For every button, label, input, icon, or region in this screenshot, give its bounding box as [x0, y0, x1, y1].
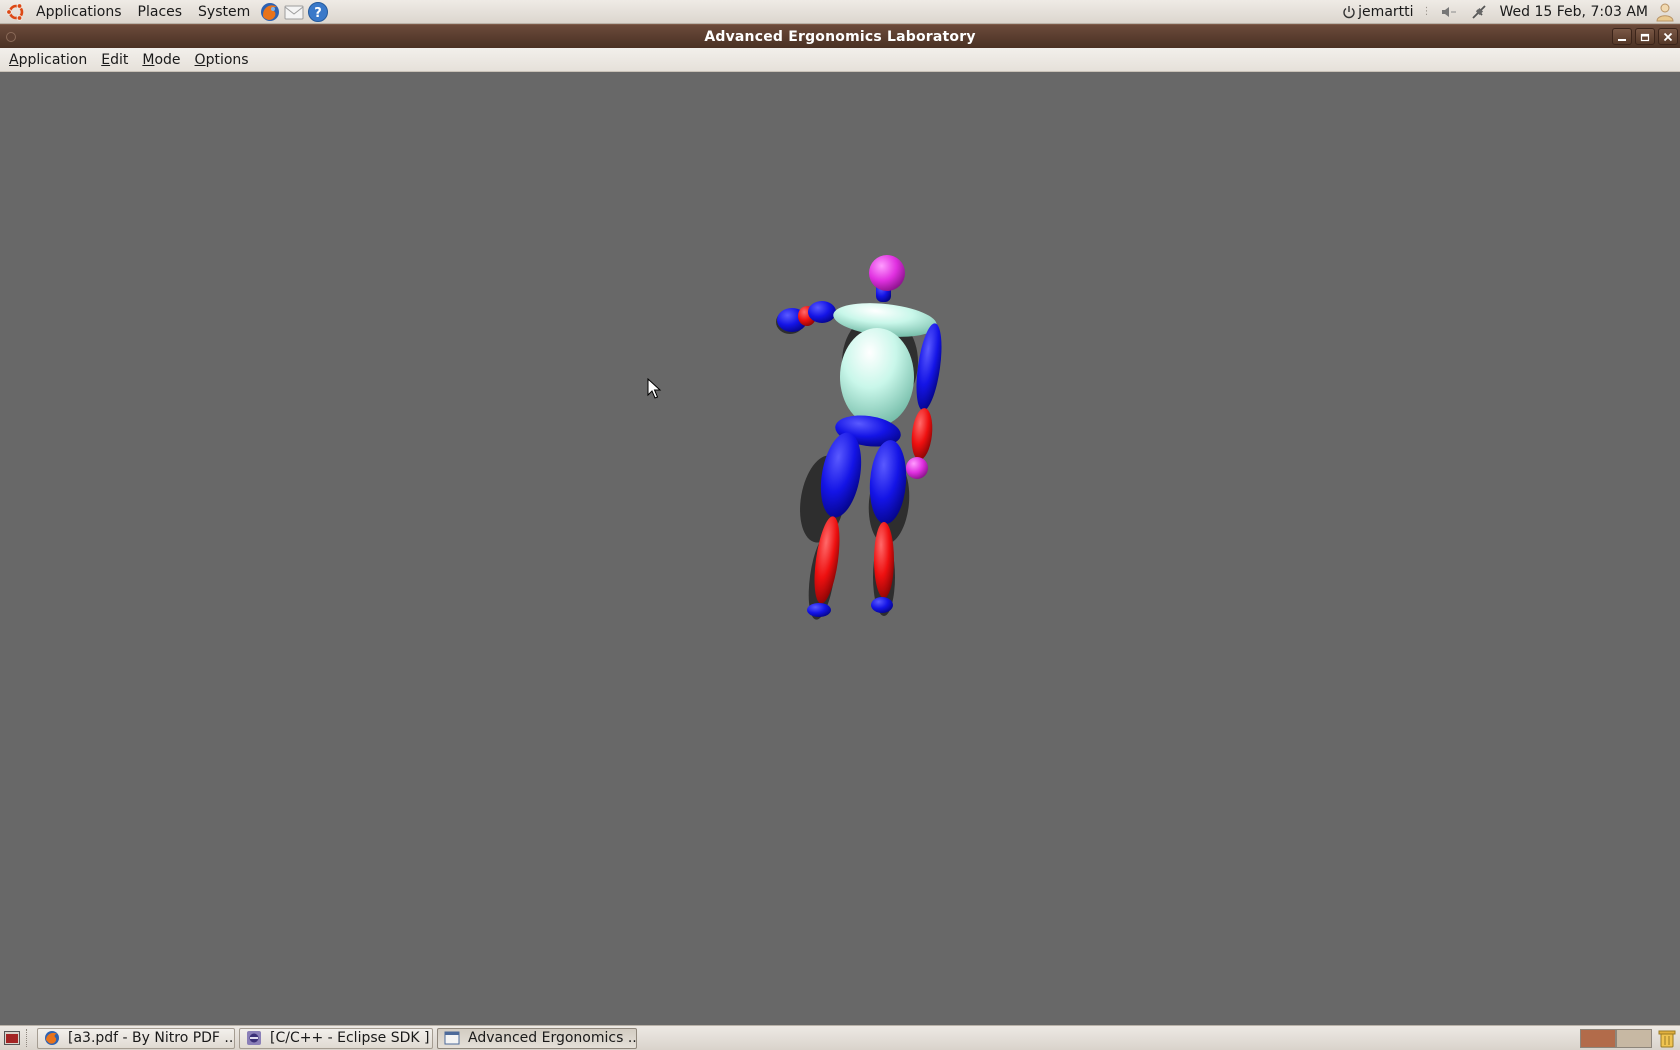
- bottom-panel: [a3.pdf - By Nitro PDF ... [C/C++ - Ecli…: [0, 1025, 1680, 1050]
- user-name: jemartti: [1358, 3, 1414, 20]
- trash-icon[interactable]: [1656, 1027, 1678, 1049]
- task-label: Advanced Ergonomics ...: [468, 1030, 637, 1046]
- workspace-switcher: [1580, 1028, 1652, 1048]
- mail-launcher-icon[interactable]: [283, 1, 305, 23]
- menu-application[interactable]: Application: [2, 52, 94, 68]
- clock[interactable]: Wed 15 Feb, 7:03 AM: [1494, 4, 1654, 20]
- menu-edit[interactable]: Edit: [94, 52, 135, 68]
- power-icon: [1343, 5, 1355, 18]
- firefox-icon: [45, 1031, 59, 1045]
- window-title: Advanced Ergonomics Laboratory: [704, 28, 976, 45]
- opengl-viewport[interactable]: [0, 72, 1680, 1025]
- window-menu-icon[interactable]: [6, 32, 16, 42]
- task-firefox-pdf[interactable]: [a3.pdf - By Nitro PDF ...: [37, 1027, 235, 1049]
- panel-left: Applications Places System ?: [0, 0, 330, 23]
- show-desktop-icon: [4, 1031, 20, 1045]
- help-launcher-icon[interactable]: ?: [307, 1, 329, 23]
- panel-right: jemartti ⋮ Wed 15 Feb, 7:03 AM: [1336, 0, 1680, 23]
- right-forearm: [911, 408, 933, 460]
- user-switcher[interactable]: jemartti: [1336, 4, 1419, 20]
- restore-icon: [1640, 33, 1650, 41]
- minimize-icon: [1618, 38, 1626, 41]
- humanoid-model[interactable]: [0, 72, 1680, 1025]
- user-icon[interactable]: [1654, 1, 1676, 23]
- workspace-1[interactable]: [1580, 1028, 1616, 1048]
- network-plug-icon: [1471, 4, 1486, 19]
- ubuntu-logo-icon[interactable]: [6, 2, 26, 22]
- task-ergonomics[interactable]: Advanced Ergonomics ...: [437, 1027, 637, 1049]
- panel-grip: [26, 1029, 33, 1047]
- panel-separator: ⋮: [1421, 6, 1432, 17]
- workspace-2[interactable]: [1616, 1028, 1652, 1048]
- volume-control[interactable]: [1434, 5, 1464, 19]
- torso: [840, 328, 914, 426]
- right-hand: [906, 457, 928, 479]
- show-desktop-button[interactable]: [2, 1028, 22, 1048]
- menu-options[interactable]: Options: [188, 52, 256, 68]
- mouse-cursor-icon: [647, 378, 662, 399]
- minimize-button[interactable]: [1612, 28, 1632, 45]
- task-label: [C/C++ - Eclipse SDK ]: [270, 1030, 430, 1046]
- top-panel: Applications Places System ? jemartti ⋮: [0, 0, 1680, 24]
- head: [869, 255, 905, 291]
- right-shin: [874, 522, 894, 598]
- system-menu[interactable]: System: [190, 4, 258, 20]
- right-foot: [871, 597, 893, 613]
- maximize-button[interactable]: [1635, 28, 1655, 45]
- window-controls: [1609, 28, 1678, 45]
- eclipse-icon: [247, 1031, 261, 1045]
- left-foot: [807, 603, 831, 617]
- menu-mode[interactable]: Mode: [135, 52, 187, 68]
- task-eclipse[interactable]: [C/C++ - Eclipse SDK ]: [239, 1027, 433, 1049]
- close-icon: [1663, 32, 1673, 41]
- app-menubar: Application Edit Mode Options: [0, 48, 1680, 72]
- svg-text:?: ?: [314, 6, 322, 21]
- places-menu[interactable]: Places: [130, 4, 191, 20]
- firefox-launcher-icon[interactable]: [259, 1, 281, 23]
- applications-menu[interactable]: Applications: [28, 4, 130, 20]
- left-forearm: [808, 301, 836, 323]
- window-icon: [444, 1031, 460, 1045]
- close-button[interactable]: [1658, 28, 1678, 45]
- network-indicator[interactable]: [1464, 4, 1494, 20]
- speaker-muted-icon: [1441, 6, 1456, 17]
- task-label: [a3.pdf - By Nitro PDF ...: [68, 1030, 235, 1046]
- window-titlebar[interactable]: Advanced Ergonomics Laboratory: [0, 24, 1680, 48]
